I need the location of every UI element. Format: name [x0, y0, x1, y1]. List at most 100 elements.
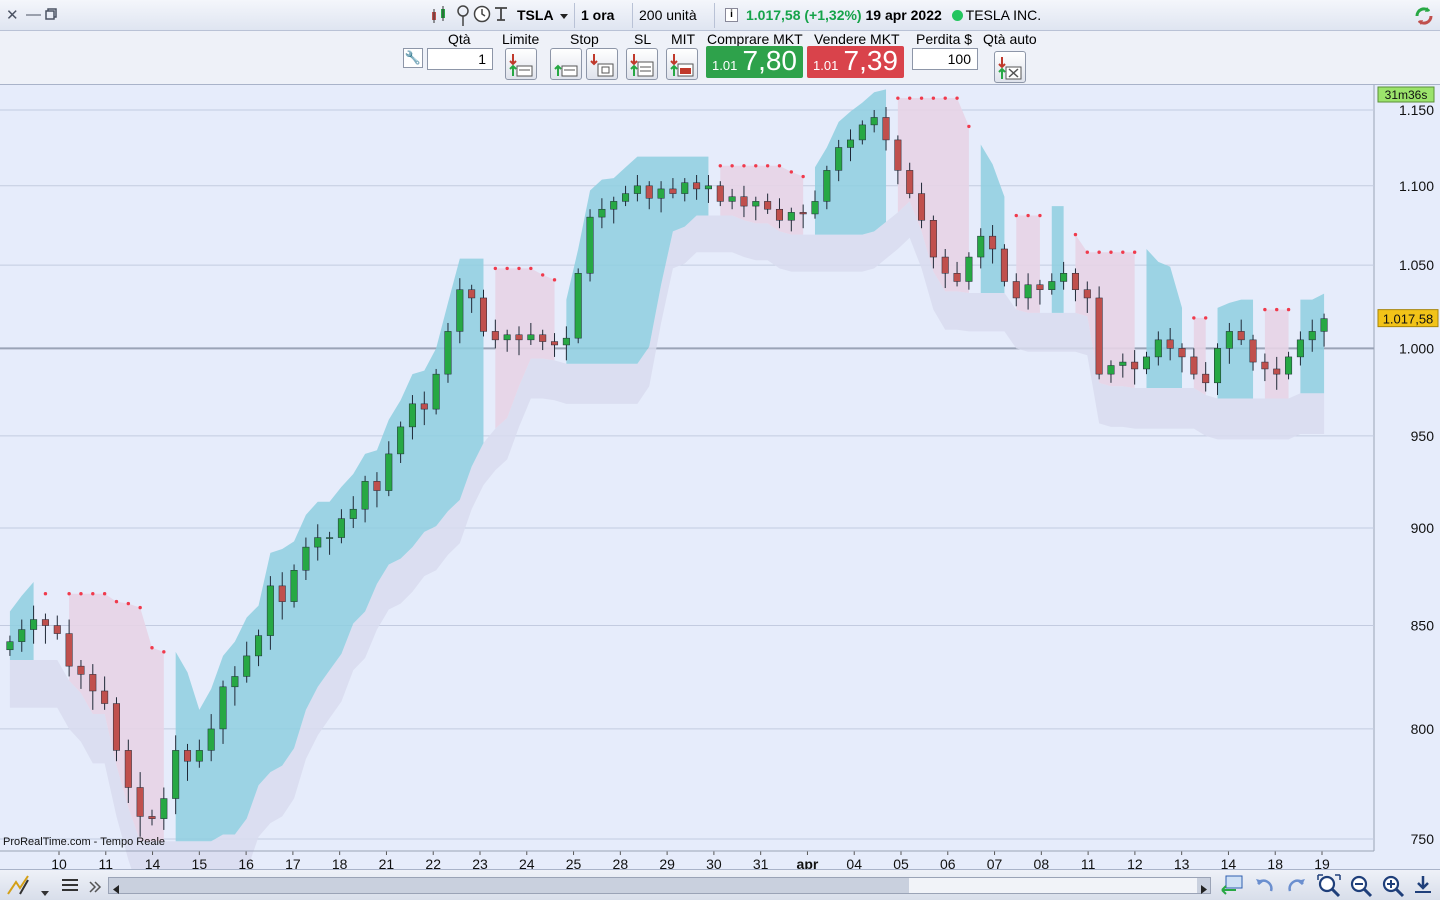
candle-body: [669, 188, 677, 194]
refresh-icon[interactable]: [1412, 4, 1436, 28]
candle-body: [1214, 348, 1222, 384]
restore-window-icon[interactable]: [45, 8, 57, 23]
x-tick-label: 18: [332, 856, 348, 869]
y-tick-label: 850: [1411, 618, 1435, 634]
candle-body: [1261, 361, 1269, 370]
menu-icon[interactable]: [61, 877, 79, 898]
candle-body: [184, 750, 192, 762]
price-axis: [1374, 85, 1440, 869]
candle-body: [870, 117, 878, 126]
auto-qty-button[interactable]: [994, 51, 1026, 83]
quote-change: (+1,32%): [804, 7, 862, 23]
zoom-fit-icon[interactable]: [1316, 873, 1342, 900]
time-scrollbar[interactable]: [108, 877, 1211, 894]
candle-body: [160, 798, 168, 819]
last-price-label: 1.017,58: [1383, 312, 1434, 327]
sell-market-button[interactable]: 1.01 7,39: [807, 45, 904, 78]
x-tick-label: 14: [145, 856, 161, 869]
market-open-icon: [951, 10, 963, 21]
candle-body: [906, 170, 914, 194]
trailing-stop-dot: [955, 96, 959, 100]
scroll-right-icon[interactable]: [1200, 881, 1208, 899]
candlestick-chart-icon[interactable]: [429, 5, 449, 25]
candle-body: [432, 373, 440, 410]
trailing-stop-dot: [1038, 213, 1042, 218]
chevron-down-icon[interactable]: [40, 882, 50, 900]
candle-body: [326, 537, 334, 539]
candle-body: [491, 331, 499, 341]
x-tick-label: 11: [1081, 856, 1096, 869]
candle-body: [468, 289, 476, 299]
candle-body: [124, 750, 132, 788]
trailing-stop-dot: [777, 164, 782, 168]
bear-cloud: [1193, 317, 1206, 396]
candle-body: [41, 619, 49, 626]
candle-body: [1119, 361, 1127, 366]
sell-price-main: 7,39: [843, 45, 899, 76]
trailing-stop-dot: [919, 96, 924, 100]
candle-body: [1237, 331, 1245, 341]
chevrons-icon[interactable]: [88, 878, 102, 899]
x-tick-label: 15: [192, 856, 208, 869]
candle-body: [681, 182, 689, 194]
candle-body: [1000, 248, 1008, 282]
bull-cloud: [1217, 299, 1254, 399]
redo-icon[interactable]: [1286, 876, 1306, 899]
trailing-stop-dot: [505, 266, 509, 271]
qty-label: Qtà: [448, 31, 471, 47]
wrench-icon[interactable]: 🔧: [403, 48, 423, 68]
symbol-selector[interactable]: TSLA: [511, 3, 575, 28]
candle-body: [1320, 318, 1328, 332]
sync-chart-icon[interactable]: [1220, 874, 1244, 900]
candle-body: [610, 201, 618, 210]
candle-body: [799, 212, 807, 215]
candle-body: [278, 585, 286, 602]
stop-loss-button[interactable]: [626, 48, 658, 80]
trailing-stop-dot: [138, 605, 142, 610]
trailing-stop-dot: [43, 592, 48, 596]
candle-body: [89, 674, 97, 692]
zoom-out-icon[interactable]: [1349, 874, 1373, 900]
trailing-stop-dot: [67, 592, 71, 596]
trailing-stop-dot: [1073, 232, 1078, 237]
scroll-left-icon[interactable]: [112, 881, 120, 899]
limit-order-button[interactable]: [505, 48, 537, 80]
symbol-label: TSLA: [517, 7, 554, 23]
stop-sell-button[interactable]: [586, 48, 618, 80]
price-chart[interactable]: 750 800 850 900 950 1.000 1.050 1.100 1.150 10 11 1…: [0, 85, 1440, 869]
qty-input[interactable]: 1: [427, 48, 493, 70]
zoom-in-icon[interactable]: [1381, 874, 1405, 900]
scroll-thumb[interactable]: [909, 878, 1197, 893]
candle-body: [752, 201, 760, 207]
buy-market-button[interactable]: 1.01 7,80: [706, 45, 803, 78]
auto-qty-label: Qtà auto: [983, 31, 1037, 47]
candle-body: [444, 331, 452, 375]
info-icon[interactable]: i: [725, 8, 738, 22]
mit-order-button[interactable]: [666, 48, 698, 80]
sl-label: SL: [634, 31, 652, 47]
stop-buy-button[interactable]: [550, 48, 582, 80]
candle-body: [1071, 273, 1079, 290]
candle-body: [148, 816, 156, 819]
clock-icon[interactable]: [473, 5, 493, 25]
candle-body: [479, 297, 487, 332]
x-tick-label: 19: [1314, 856, 1330, 869]
cursor-icon[interactable]: [492, 5, 512, 25]
loss-input[interactable]: 100: [912, 48, 978, 70]
trailing-stop-dot: [1026, 213, 1030, 218]
trailing-stop-dot: [1132, 250, 1137, 254]
trailing-stop-dot: [1085, 250, 1089, 254]
minimize-window-icon[interactable]: —: [26, 6, 41, 23]
pencil-icon[interactable]: [6, 874, 32, 900]
info-pointer-icon[interactable]: [455, 5, 475, 26]
order-bar: 🔧 Qtà 1 Limite Stop SL MIT Comprare MKT …: [0, 31, 1440, 85]
candle-body: [740, 196, 748, 207]
download-icon[interactable]: [1412, 874, 1434, 900]
timeframe-selector[interactable]: 1 ora: [575, 3, 633, 44]
units-selector[interactable]: 200 unità: [633, 3, 715, 44]
close-window-icon[interactable]: ✕: [6, 6, 19, 24]
trailing-stop-dot: [908, 96, 912, 100]
trailing-stop-dot: [801, 174, 805, 179]
undo-icon[interactable]: [1255, 876, 1275, 899]
trailing-stop-dot: [102, 592, 107, 596]
